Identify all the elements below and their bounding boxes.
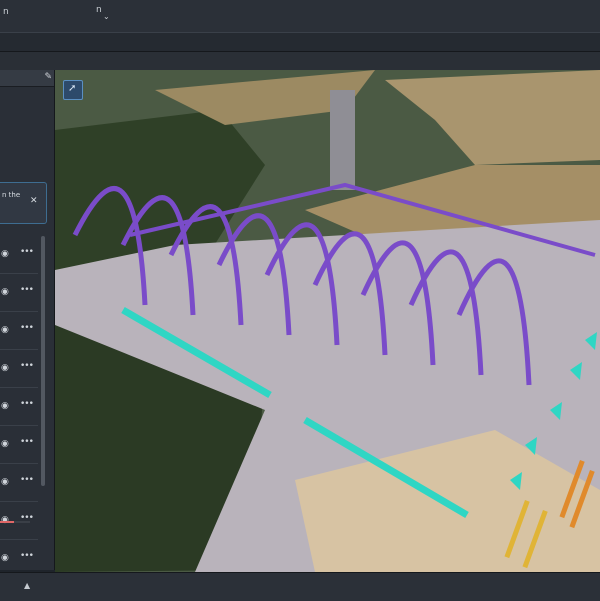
status-bar: ▲ bbox=[0, 572, 600, 601]
notification-text: n the bbox=[2, 191, 21, 199]
toolbar bbox=[0, 33, 600, 52]
cursor-icon: ➚ bbox=[68, 83, 77, 94]
layer-panel: ✎ n the ✕ ◉ ••• ◉ ••• ◉ ••• ◉ ••• ◉ ••• ◉ ••• ◉ ••• ◉ •… bbox=[0, 70, 55, 570]
layer-row[interactable]: ◉ ••• bbox=[0, 388, 38, 426]
more-options-icon[interactable]: ••• bbox=[20, 437, 34, 447]
map-viewport[interactable]: ➚ bbox=[55, 70, 600, 572]
pin-icon[interactable]: ✎ bbox=[44, 72, 52, 82]
layer-row[interactable]: ◉ ••• bbox=[0, 540, 38, 570]
eye-icon[interactable]: ◉ bbox=[1, 249, 9, 259]
notification-card: n the ✕ bbox=[0, 182, 47, 224]
eye-icon[interactable]: ◉ bbox=[1, 553, 9, 563]
eye-icon[interactable]: ◉ bbox=[1, 363, 9, 373]
more-options-icon[interactable]: ••• bbox=[20, 285, 34, 295]
eye-icon[interactable]: ◉ bbox=[1, 401, 9, 411]
more-options-icon[interactable]: ••• bbox=[20, 399, 34, 409]
more-options-icon[interactable]: ••• bbox=[20, 323, 34, 333]
menu-caret-label[interactable]: n bbox=[96, 5, 102, 15]
runway-strip bbox=[330, 90, 355, 190]
more-options-icon[interactable]: ••• bbox=[20, 475, 34, 485]
layer-row[interactable]: ◉ ••• bbox=[0, 464, 38, 502]
layer-row[interactable]: ◉ ••• bbox=[0, 236, 38, 274]
layer-list: ◉•••◉•••◉•••◉•••◉•••◉•••◉•••◉•••◉•••◉••• bbox=[0, 236, 38, 570]
eye-icon[interactable]: ◉ bbox=[1, 477, 9, 487]
eye-icon[interactable]: ◉ bbox=[1, 439, 9, 449]
close-icon[interactable]: ✕ bbox=[30, 196, 38, 206]
layer-row[interactable]: ◉ ••• bbox=[0, 426, 38, 464]
eye-icon[interactable]: ◉ bbox=[1, 325, 9, 335]
title-bar: n n ⌄ bbox=[0, 0, 600, 33]
select-tool-button[interactable]: ➚ bbox=[63, 80, 83, 100]
chevron-down-icon[interactable]: ⌄ bbox=[103, 12, 110, 21]
more-options-icon[interactable]: ••• bbox=[20, 361, 34, 371]
layer-row[interactable]: ◉ ••• bbox=[0, 312, 38, 350]
app-window: n n ⌄ ✎ n the ✕ ◉ ••• ◉ ••• ◉ ••• ◉ ••• ◉ ••• ◉ •••… bbox=[0, 0, 600, 601]
panel-header: ✎ bbox=[0, 70, 54, 87]
aerial-scene[interactable] bbox=[55, 70, 600, 572]
more-options-icon[interactable]: ••• bbox=[20, 247, 34, 257]
app-title-fragment: n bbox=[3, 7, 9, 17]
eye-icon[interactable]: ◉ bbox=[1, 287, 9, 297]
tab-strip bbox=[0, 52, 600, 70]
layer-row[interactable]: ◉ ••• bbox=[0, 274, 38, 312]
chevron-up-icon[interactable]: ▲ bbox=[24, 581, 30, 590]
sidebar-scrollbar[interactable] bbox=[41, 236, 45, 486]
layer-progress-bar bbox=[0, 521, 30, 523]
more-options-icon[interactable]: ••• bbox=[20, 551, 34, 561]
progress-fill bbox=[0, 521, 14, 523]
layer-row[interactable]: ◉ ••• bbox=[0, 350, 38, 388]
eye-icon[interactable]: ◉ bbox=[1, 515, 9, 525]
